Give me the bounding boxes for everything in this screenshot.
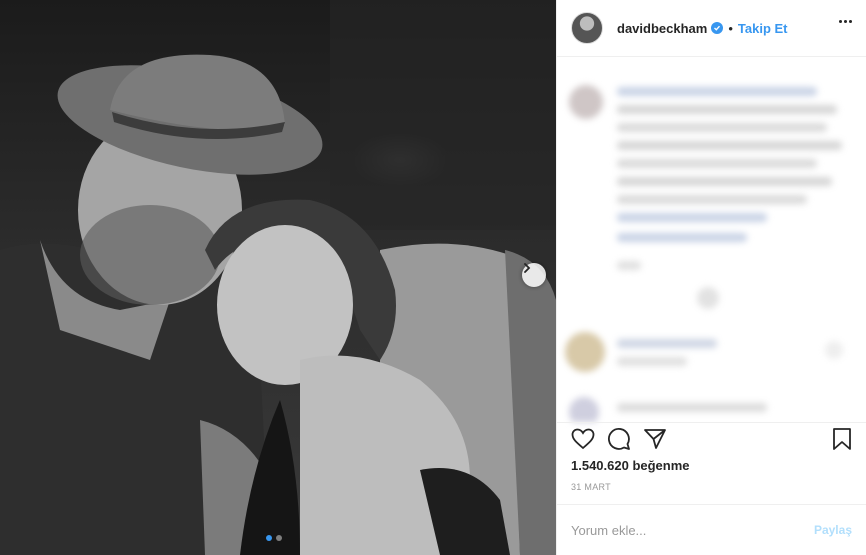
post-photo <box>0 0 556 555</box>
post-comment-button[interactable]: Paylaş <box>814 523 852 537</box>
comment-icon[interactable] <box>607 427 631 451</box>
share-icon[interactable] <box>643 428 667 450</box>
likes-count[interactable]: 1.540.620 beğenme <box>571 458 690 473</box>
bookmark-icon[interactable] <box>832 427 852 451</box>
verified-badge-icon <box>711 22 724 34</box>
separator: • <box>728 20 733 36</box>
more-options-icon[interactable] <box>839 20 852 23</box>
post-header: davidbeckham • Takip Et <box>557 0 866 57</box>
post-date: 31 MART <box>571 482 611 492</box>
comment-input[interactable] <box>571 522 814 538</box>
carousel-indicator <box>266 535 282 541</box>
comments-list <box>557 57 866 422</box>
photo-image <box>0 0 556 555</box>
username-link[interactable]: davidbeckham <box>617 21 707 36</box>
avatar[interactable] <box>571 12 603 44</box>
carousel-dot <box>276 535 282 541</box>
carousel-dot <box>266 535 272 541</box>
post-sidebar: davidbeckham • Takip Et 1.540.620 beğenm… <box>556 0 866 555</box>
follow-button[interactable]: Takip Et <box>738 21 788 36</box>
chevron-right-icon <box>524 263 531 273</box>
post-actions <box>557 422 866 454</box>
add-comment-form: Paylaş <box>557 504 866 555</box>
carousel-next-button[interactable] <box>522 263 546 287</box>
heart-icon[interactable] <box>571 428 595 450</box>
